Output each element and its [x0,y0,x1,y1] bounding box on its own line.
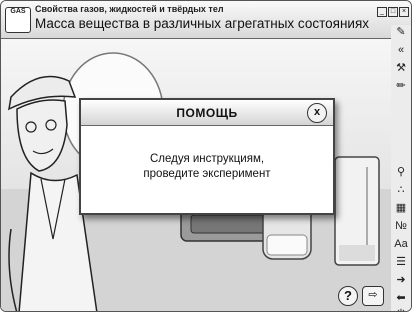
dialog-title: ПОМОЩЬ [176,106,238,120]
exit-icon[interactable]: ⇨ [362,286,384,306]
eye-dropper-icon[interactable]: ✎ [393,25,409,39]
logo-text: GAS [10,8,26,15]
list-icon[interactable]: ☰ [393,255,409,269]
arrow-right-icon[interactable]: ➜ [393,273,409,287]
font-icon[interactable]: Aa [393,237,409,251]
dialog-message-line-1: Следуя инструкциям, [149,153,265,165]
nb-icon[interactable]: № [393,219,409,233]
title-bar: GAS Свойства газов, жидкостей и твёрдых … [1,1,411,39]
window-controls: _ □ × [377,7,409,17]
window-subtitle: Свойства газов, жидкостей и твёрдых тел [35,4,224,14]
molecules-icon[interactable]: ∴ [393,183,409,197]
dialog-message: Следуя инструкциям, проведите эксперимен… [81,152,333,182]
app-logo: GAS [5,7,31,33]
arrow-left-icon[interactable]: ⬅ [393,291,409,305]
side-toolbar: ✎ « ⚒ ✏ ⚲ ∴ ▦ № Aa ☰ ➜ ⬅ ⏻ [391,25,411,311]
minimize-button[interactable]: _ [377,7,387,17]
help-button[interactable]: ? [338,286,358,306]
measuring-cylinder [334,156,380,266]
table-icon[interactable]: ▦ [393,201,409,215]
dialog-header: ПОМОЩЬ x [81,100,333,126]
rewind-icon[interactable]: « [393,43,409,57]
maximize-button[interactable]: □ [388,7,398,17]
power-icon[interactable]: ⏻ [393,307,409,311]
help-dialog: ПОМОЩЬ x Следуя инструкциям, проведите э… [79,98,335,215]
application-window: GAS Свойства газов, жидкостей и твёрдых … [0,0,412,312]
zoom-icon[interactable]: ⚲ [393,165,409,179]
dialog-message-line-2: проведите эксперимент [143,168,271,180]
dialog-close-button[interactable]: x [307,103,327,123]
window-title: Масса вещества в различных агрегатных со… [35,16,369,31]
pencil-icon[interactable]: ✏ [393,79,409,93]
wrench-icon[interactable]: ⚒ [393,61,409,75]
close-window-button[interactable]: × [399,7,409,17]
